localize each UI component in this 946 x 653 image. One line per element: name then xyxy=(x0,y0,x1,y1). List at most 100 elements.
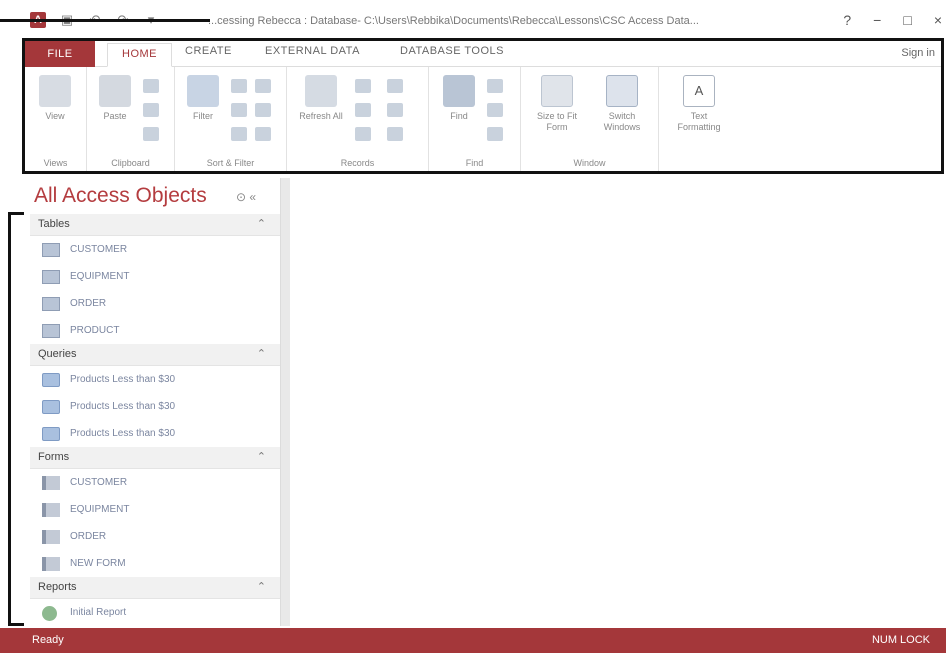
format-painter-icon[interactable] xyxy=(143,127,159,141)
help-button[interactable]: ? xyxy=(843,12,851,28)
binoculars-icon xyxy=(443,75,475,107)
text-formatting-button[interactable]: A Text Formatting xyxy=(669,75,729,133)
nav-pane-splitter[interactable] xyxy=(280,178,290,626)
view-icon xyxy=(39,75,71,107)
switch-windows-button[interactable]: Switch Windows xyxy=(593,75,651,133)
view-button[interactable]: View xyxy=(33,75,77,122)
selection-icon[interactable] xyxy=(255,79,271,93)
tab-external-data[interactable]: EXTERNAL DATA xyxy=(265,45,360,57)
nav-section-tables[interactable]: Tables ⌃ xyxy=(30,214,280,236)
nav-item-form[interactable]: EQUIPMENT xyxy=(30,496,280,523)
cut-icon[interactable] xyxy=(143,79,159,93)
remove-sort-icon[interactable] xyxy=(231,127,247,141)
tab-home[interactable]: HOME xyxy=(107,43,172,67)
ribbon-tabs: FILE HOME CREATE EXTERNAL DATA DATABASE … xyxy=(25,41,941,67)
callout-bracket-nav xyxy=(8,212,24,626)
collapse-icon[interactable]: ⌃ xyxy=(257,580,266,593)
window-title: ...cessing Rebecca : Database- C:\Users\… xyxy=(208,15,699,27)
collapse-icon[interactable]: ⌃ xyxy=(257,217,266,230)
table-icon xyxy=(42,324,60,338)
group-records: Refresh All Records xyxy=(287,67,429,171)
form-icon xyxy=(42,503,60,517)
nav-item-form[interactable]: NEW FORM xyxy=(30,550,280,577)
totals-icon[interactable] xyxy=(387,79,403,93)
new-record-icon[interactable] xyxy=(355,79,371,93)
collapse-icon[interactable]: ⌃ xyxy=(257,450,266,463)
table-icon xyxy=(42,243,60,257)
nav-item-form[interactable]: ORDER xyxy=(30,523,280,550)
tab-file[interactable]: FILE xyxy=(25,41,95,67)
nav-item-table[interactable]: EQUIPMENT xyxy=(30,263,280,290)
collapse-icon[interactable]: ⌃ xyxy=(257,347,266,360)
query-icon xyxy=(42,373,60,387)
nav-item-form[interactable]: CUSTOMER xyxy=(30,469,280,496)
group-window: Size to Fit Form Switch Windows Window xyxy=(521,67,659,171)
group-views: View Views xyxy=(25,67,87,171)
paste-icon xyxy=(99,75,131,107)
nav-item-query[interactable]: Products Less than $30 xyxy=(30,420,280,447)
group-find: Find Find xyxy=(429,67,521,171)
refresh-all-button[interactable]: Refresh All xyxy=(299,75,343,122)
table-icon xyxy=(42,297,60,311)
toggle-filter-icon[interactable] xyxy=(255,127,271,141)
go-to-icon[interactable] xyxy=(487,103,503,117)
nav-item-table[interactable]: CUSTOMER xyxy=(30,236,280,263)
navigation-pane: All Access Objects ⊙ « Tables ⌃ CUSTOMER… xyxy=(30,178,280,626)
group-sort-filter: Filter Sort & Filter xyxy=(175,67,287,171)
ribbon: FILE HOME CREATE EXTERNAL DATA DATABASE … xyxy=(22,38,944,174)
query-icon xyxy=(42,427,60,441)
save-record-icon[interactable] xyxy=(355,103,371,117)
close-button[interactable]: × xyxy=(934,12,942,28)
callout-line-title xyxy=(0,19,210,22)
nav-pane-title[interactable]: All Access Objects xyxy=(34,184,207,208)
group-clipboard: Paste Clipboard xyxy=(87,67,175,171)
nav-section-reports[interactable]: Reports ⌃ xyxy=(30,577,280,599)
nav-section-queries[interactable]: Queries ⌃ xyxy=(30,344,280,366)
minimize-button[interactable]: − xyxy=(873,12,881,28)
paste-button[interactable]: Paste xyxy=(93,75,137,122)
size-to-fit-icon xyxy=(541,75,573,107)
copy-icon[interactable] xyxy=(143,103,159,117)
group-text-formatting: A Text Formatting xyxy=(659,67,739,171)
switch-windows-icon xyxy=(606,75,638,107)
nav-section-forms[interactable]: Forms ⌃ xyxy=(30,447,280,469)
status-text: Ready xyxy=(32,634,64,646)
sign-in-link[interactable]: Sign in xyxy=(901,47,935,59)
nav-item-table[interactable]: PRODUCT xyxy=(30,317,280,344)
report-icon xyxy=(42,606,57,621)
window-controls: ? − □ × xyxy=(843,12,942,28)
num-lock-indicator: NUM LOCK xyxy=(871,634,930,646)
replace-icon[interactable] xyxy=(487,79,503,93)
form-icon xyxy=(42,557,60,571)
nav-pane-body: Tables ⌃ CUSTOMER EQUIPMENT ORDER PRODUC… xyxy=(30,214,280,626)
spelling-icon[interactable] xyxy=(387,103,403,117)
status-bar: Ready NUM LOCK xyxy=(0,628,946,653)
form-icon xyxy=(42,530,60,544)
filter-button[interactable]: Filter xyxy=(181,75,225,122)
more-icon[interactable] xyxy=(387,127,403,141)
size-to-fit-form-button[interactable]: Size to Fit Form xyxy=(531,75,583,133)
search-options-icon[interactable]: ⊙ xyxy=(236,190,246,204)
text-formatting-icon: A xyxy=(683,75,715,107)
document-workspace xyxy=(291,178,946,626)
nav-item-query[interactable]: Products Less than $30 xyxy=(30,393,280,420)
query-icon xyxy=(42,400,60,414)
table-icon xyxy=(42,270,60,284)
select-icon[interactable] xyxy=(487,127,503,141)
restore-button[interactable]: □ xyxy=(903,12,911,28)
filter-icon xyxy=(187,75,219,107)
tab-create[interactable]: CREATE xyxy=(185,45,232,57)
ribbon-groups: View Views Paste Clipboard Filter Sort &… xyxy=(25,67,941,171)
nav-item-table[interactable]: ORDER xyxy=(30,290,280,317)
nav-item-report[interactable]: Initial Report xyxy=(30,599,280,626)
descending-icon[interactable] xyxy=(231,103,247,117)
nav-pane-controls: ⊙ « xyxy=(236,190,256,204)
shutter-bar-icon[interactable]: « xyxy=(249,190,256,204)
refresh-icon xyxy=(305,75,337,107)
ascending-icon[interactable] xyxy=(231,79,247,93)
advanced-icon[interactable] xyxy=(255,103,271,117)
nav-item-query[interactable]: Products Less than $30 xyxy=(30,366,280,393)
tab-database-tools[interactable]: DATABASE TOOLS xyxy=(400,45,504,57)
find-button[interactable]: Find xyxy=(437,75,481,122)
delete-record-icon[interactable] xyxy=(355,127,371,141)
